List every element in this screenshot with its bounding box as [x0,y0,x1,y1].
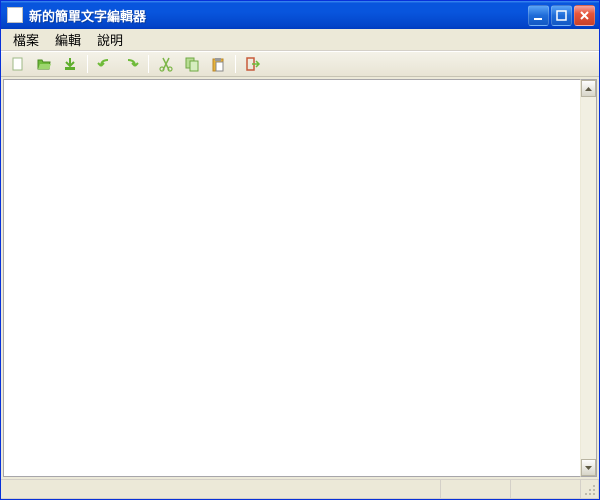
toolbar-separator [148,55,149,73]
close-icon [579,10,590,21]
status-main [1,480,441,499]
scroll-down-button[interactable] [581,459,596,476]
scroll-track[interactable] [581,97,596,459]
scroll-up-button[interactable] [581,80,596,97]
toolbar [1,51,599,77]
window-controls [528,5,595,26]
content-area [1,77,599,479]
chevron-up-icon [585,87,592,91]
statusbar [1,479,599,499]
open-button[interactable] [33,53,55,75]
open-folder-icon [36,56,52,72]
text-editor[interactable] [3,79,580,477]
toolbar-separator [87,55,88,73]
cut-scissors-icon [158,56,174,72]
resize-grip-icon [584,484,596,496]
undo-icon [97,56,113,72]
window-title: 新的簡單文字編輯器 [29,6,528,25]
save-disk-icon [62,56,78,72]
chevron-down-icon [585,466,592,470]
paste-clipboard-icon [210,56,226,72]
minimize-icon [533,10,544,21]
paste-button[interactable] [207,53,229,75]
redo-icon [123,56,139,72]
status-cell-2 [511,480,581,499]
menu-help[interactable]: 說明 [89,28,131,51]
redo-button[interactable] [120,53,142,75]
new-button[interactable] [7,53,29,75]
app-window: 新的簡單文字編輯器 檔案 編輯 說明 [0,0,600,500]
toolbar-separator [235,55,236,73]
resize-grip[interactable] [581,480,599,499]
menu-edit[interactable]: 編輯 [47,28,89,51]
copy-button[interactable] [181,53,203,75]
new-file-icon [10,56,26,72]
vertical-scrollbar[interactable] [580,79,597,477]
menu-file[interactable]: 檔案 [5,28,47,51]
save-button[interactable] [59,53,81,75]
minimize-button[interactable] [528,5,549,26]
exit-icon [245,56,261,72]
undo-button[interactable] [94,53,116,75]
maximize-button[interactable] [551,5,572,26]
exit-button[interactable] [242,53,264,75]
cut-button[interactable] [155,53,177,75]
app-icon [7,7,23,23]
close-button[interactable] [574,5,595,26]
maximize-icon [556,10,567,21]
status-cell-1 [441,480,511,499]
titlebar: 新的簡單文字編輯器 [1,1,599,29]
menubar: 檔案 編輯 說明 [1,29,599,51]
copy-icon [184,56,200,72]
